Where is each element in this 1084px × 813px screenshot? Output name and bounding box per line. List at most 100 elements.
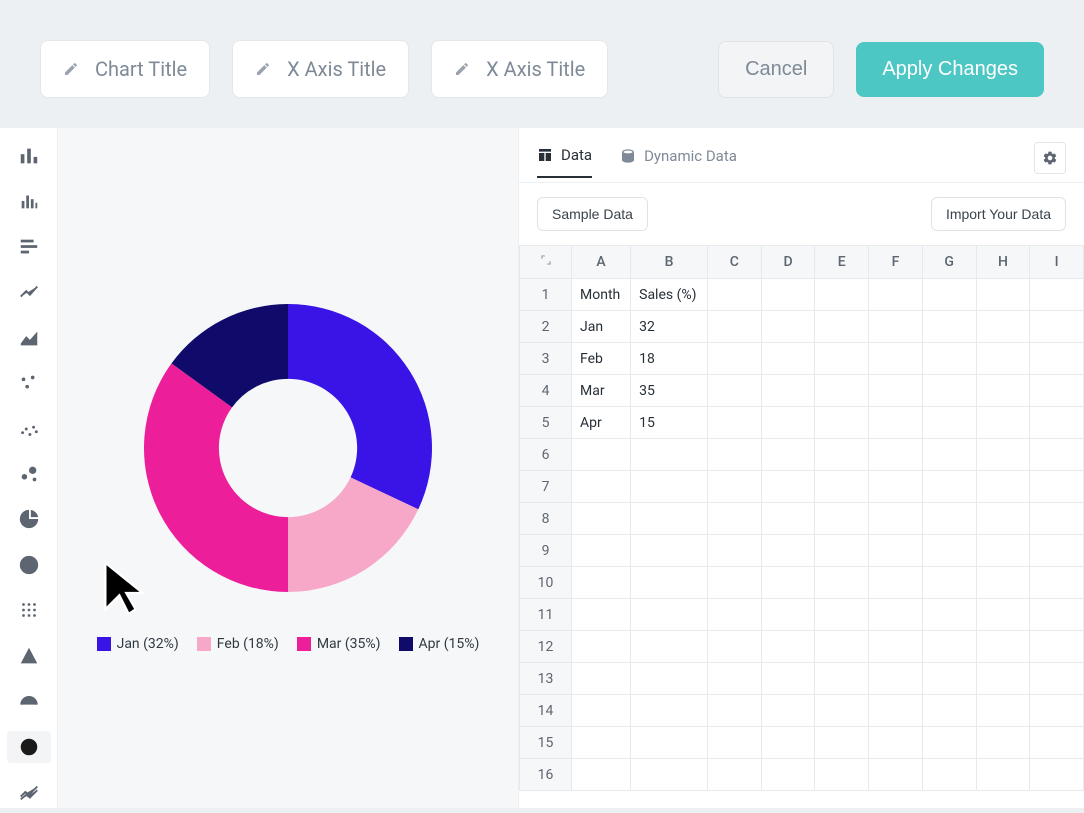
row-header[interactable]: 13 — [520, 663, 572, 695]
cell[interactable] — [707, 503, 761, 535]
cell[interactable] — [869, 599, 923, 631]
cell[interactable] — [869, 663, 923, 695]
cell[interactable] — [815, 343, 869, 375]
cell[interactable] — [631, 663, 708, 695]
cell[interactable] — [761, 375, 815, 407]
cell[interactable] — [815, 471, 869, 503]
bar-chart-icon[interactable] — [7, 140, 51, 171]
cell[interactable] — [761, 503, 815, 535]
cell[interactable] — [1030, 343, 1084, 375]
cell[interactable] — [707, 407, 761, 439]
line-chart-icon[interactable] — [7, 276, 51, 307]
settings-button[interactable] — [1034, 142, 1066, 174]
cell[interactable] — [922, 311, 976, 343]
cell[interactable]: 32 — [631, 311, 708, 343]
row-header[interactable]: 9 — [520, 535, 572, 567]
cell[interactable] — [707, 535, 761, 567]
cell[interactable] — [815, 631, 869, 663]
cell[interactable] — [815, 567, 869, 599]
row-header[interactable]: 5 — [520, 407, 572, 439]
cell[interactable] — [572, 535, 631, 567]
cell[interactable] — [631, 439, 708, 471]
cell[interactable] — [707, 695, 761, 727]
area-chart-icon[interactable] — [7, 322, 51, 353]
cell[interactable] — [976, 503, 1030, 535]
col-header[interactable]: H — [976, 246, 1030, 279]
cell[interactable] — [815, 375, 869, 407]
tab-dynamic-data[interactable]: Dynamic Data — [620, 147, 737, 177]
ring-chart-icon[interactable] — [7, 731, 51, 762]
cell[interactable] — [869, 439, 923, 471]
cell[interactable] — [1030, 631, 1084, 663]
cell[interactable] — [815, 503, 869, 535]
cell[interactable] — [869, 631, 923, 663]
cell[interactable] — [922, 727, 976, 759]
cell[interactable] — [869, 407, 923, 439]
cell[interactable] — [572, 631, 631, 663]
cell[interactable] — [976, 535, 1030, 567]
cell[interactable] — [572, 567, 631, 599]
cell[interactable] — [976, 343, 1030, 375]
row-header[interactable]: 4 — [520, 375, 572, 407]
cell[interactable] — [976, 759, 1030, 791]
cell[interactable] — [815, 311, 869, 343]
cell[interactable] — [1030, 471, 1084, 503]
cell[interactable] — [761, 727, 815, 759]
cell[interactable] — [761, 343, 815, 375]
cell[interactable] — [631, 695, 708, 727]
cell[interactable] — [1030, 727, 1084, 759]
cell[interactable] — [631, 535, 708, 567]
col-header[interactable]: G — [922, 246, 976, 279]
cell[interactable] — [761, 759, 815, 791]
cell[interactable] — [631, 567, 708, 599]
row-header[interactable]: 14 — [520, 695, 572, 727]
cell[interactable] — [922, 663, 976, 695]
cell[interactable] — [1030, 599, 1084, 631]
cell[interactable] — [869, 535, 923, 567]
cell[interactable]: 35 — [631, 375, 708, 407]
import-data-button[interactable]: Import Your Data — [931, 197, 1066, 231]
cell[interactable] — [761, 695, 815, 727]
cell[interactable] — [922, 535, 976, 567]
cell[interactable] — [976, 695, 1030, 727]
row-header[interactable]: 10 — [520, 567, 572, 599]
cell[interactable] — [1030, 439, 1084, 471]
cell[interactable] — [761, 471, 815, 503]
cell[interactable] — [761, 631, 815, 663]
cell[interactable] — [976, 567, 1030, 599]
cell[interactable] — [869, 343, 923, 375]
cell[interactable] — [976, 471, 1030, 503]
cell[interactable] — [761, 567, 815, 599]
cell[interactable] — [922, 503, 976, 535]
cell[interactable] — [707, 759, 761, 791]
cell[interactable] — [631, 631, 708, 663]
cell[interactable] — [815, 663, 869, 695]
gauge-chart-icon[interactable] — [7, 686, 51, 717]
cell[interactable] — [1030, 503, 1084, 535]
cell[interactable] — [707, 599, 761, 631]
cell[interactable] — [1030, 311, 1084, 343]
row-header[interactable]: 8 — [520, 503, 572, 535]
row-header[interactable]: 16 — [520, 759, 572, 791]
apply-changes-button[interactable]: Apply Changes — [856, 42, 1044, 97]
cell[interactable]: Sales (%) — [631, 279, 708, 311]
cell[interactable] — [869, 727, 923, 759]
cell[interactable] — [815, 695, 869, 727]
cell[interactable] — [707, 375, 761, 407]
cell[interactable] — [922, 631, 976, 663]
cell[interactable] — [761, 599, 815, 631]
cell[interactable] — [572, 663, 631, 695]
cell[interactable] — [1030, 663, 1084, 695]
cell[interactable] — [1030, 407, 1084, 439]
cell[interactable] — [869, 375, 923, 407]
cell[interactable] — [761, 439, 815, 471]
cell[interactable] — [869, 759, 923, 791]
cell[interactable] — [976, 279, 1030, 311]
cell[interactable] — [707, 567, 761, 599]
cell[interactable]: Apr — [572, 407, 631, 439]
cell[interactable] — [707, 727, 761, 759]
grid-chart-icon[interactable] — [7, 595, 51, 626]
cell[interactable]: 18 — [631, 343, 708, 375]
cell[interactable] — [707, 279, 761, 311]
spreadsheet[interactable]: ABCDEFGHI1MonthSales (%)2Jan323Feb184Mar… — [519, 245, 1084, 808]
